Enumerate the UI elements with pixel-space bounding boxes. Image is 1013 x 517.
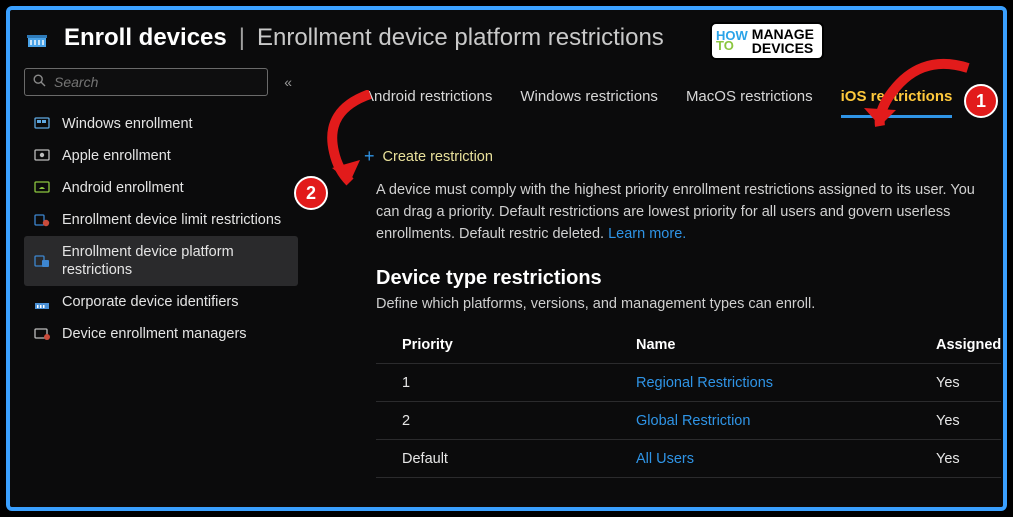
annotation-badge-2: 2 [294, 176, 328, 210]
sidebar-item-label: Android enrollment [62, 179, 184, 197]
page-header: Enroll devices | Enrollment device platf… [10, 10, 1003, 58]
search-icon [33, 74, 46, 90]
annotation-arrow-2 [310, 90, 430, 200]
sidebar-item-1[interactable]: Apple enrollment [24, 140, 298, 172]
cell-assigned: Yes [936, 413, 1001, 429]
col-name: Name [636, 337, 936, 353]
device-limit-icon [34, 212, 52, 228]
page-title: Enroll devices [64, 24, 227, 52]
cell-name-link[interactable]: Regional Restrictions [636, 375, 936, 391]
corporate-id-icon [34, 294, 52, 310]
sidebar-item-label: Enrollment device limit restrictions [62, 211, 281, 229]
howtomanage-logo: HOWTO MANAGEDEVICES [710, 22, 824, 60]
table-row[interactable]: 2Global RestrictionYes [376, 402, 1001, 440]
table-row[interactable]: DefaultAll UsersYes [376, 440, 1001, 478]
page-subtitle: Enrollment device platform restrictions [257, 24, 664, 52]
section-subtitle: Define which platforms, versions, and ma… [306, 296, 1007, 326]
tab-2[interactable]: MacOS restrictions [686, 88, 813, 118]
section-title: Device type restrictions [306, 245, 1007, 296]
cell-assigned: Yes [936, 375, 1001, 391]
windows-screen-icon [34, 116, 52, 132]
learn-more-link[interactable]: Learn more. [608, 226, 686, 242]
collapse-sidebar-button[interactable]: « [278, 70, 298, 94]
sidebar-item-4[interactable]: Enrollment device platform restrictions [24, 236, 298, 286]
sidebar-item-0[interactable]: Windows enrollment [24, 108, 298, 140]
col-assigned: Assigned [936, 337, 1001, 353]
title-separator: | [239, 24, 245, 52]
sidebar-item-label: Device enrollment managers [62, 325, 247, 343]
restrictions-table: Priority Name Assigned 1Regional Restric… [306, 326, 1007, 478]
cell-name-link[interactable]: Global Restriction [636, 413, 936, 429]
cell-assigned: Yes [936, 451, 1001, 467]
cell-name-link[interactable]: All Users [636, 451, 936, 467]
table-header: Priority Name Assigned [376, 326, 1001, 364]
search-input[interactable] [24, 68, 268, 96]
cell-priority: Default [376, 451, 636, 467]
sidebar: « Windows enrollment Apple enrollment Andr… [10, 58, 306, 505]
managers-icon [34, 326, 52, 342]
sidebar-item-label: Apple enrollment [62, 147, 171, 165]
sidebar-item-label: Windows enrollment [62, 115, 193, 133]
sidebar-item-label: Enrollment device platform restrictions [62, 243, 288, 279]
apple-screen-icon [34, 148, 52, 164]
cell-priority: 2 [376, 413, 636, 429]
sidebar-item-5[interactable]: Corporate device identifiers [24, 286, 298, 318]
sidebar-item-6[interactable]: Device enrollment managers [24, 318, 298, 350]
sidebar-item-2[interactable]: Android enrollment [24, 172, 298, 204]
sidebar-nav: Windows enrollment Apple enrollment Androi… [24, 108, 298, 350]
sidebar-item-3[interactable]: Enrollment device limit restrictions [24, 204, 298, 236]
building-icon [26, 27, 52, 49]
tab-1[interactable]: Windows restrictions [520, 88, 658, 118]
table-row[interactable]: 1Regional RestrictionsYes [376, 364, 1001, 402]
android-screen-icon [34, 180, 52, 196]
cell-priority: 1 [376, 375, 636, 391]
sidebar-item-label: Corporate device identifiers [62, 293, 239, 311]
col-priority: Priority [376, 337, 636, 353]
search-field[interactable] [54, 74, 259, 90]
device-platform-icon [34, 253, 52, 269]
annotation-badge-1: 1 [964, 84, 998, 118]
